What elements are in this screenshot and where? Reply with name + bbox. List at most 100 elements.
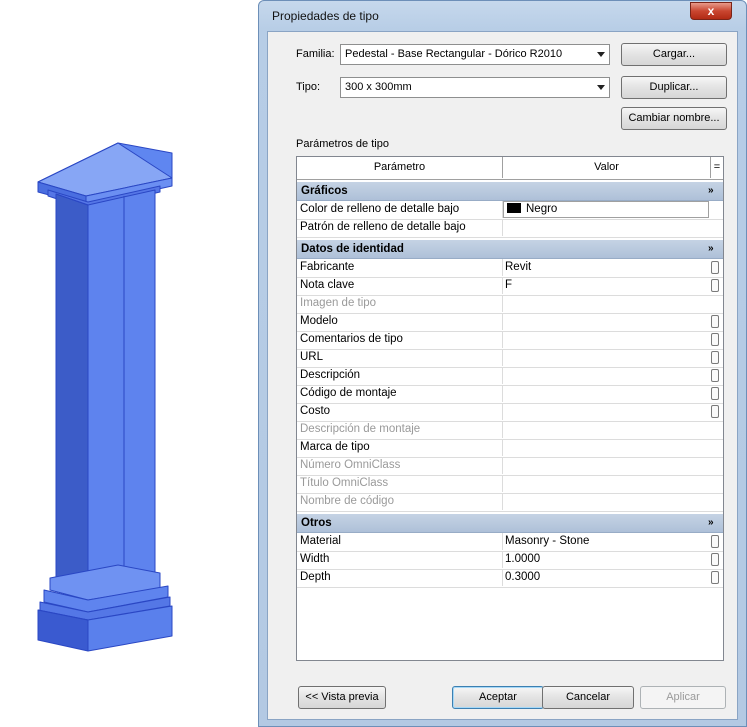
- preview-button[interactable]: << Vista previa: [298, 686, 386, 709]
- edit-button-icon[interactable]: [711, 571, 719, 584]
- column-header-value[interactable]: Valor: [503, 157, 711, 178]
- table-row[interactable]: Marca de tipo: [297, 439, 723, 458]
- param-name: Código de montaje: [297, 385, 503, 402]
- parameters-grid[interactable]: Parámetro Valor = Gráficos » Color de re…: [296, 156, 724, 661]
- family-combo[interactable]: Pedestal - Base Rectangular - Dórico R20…: [340, 44, 610, 65]
- edit-button-icon[interactable]: [711, 405, 719, 418]
- param-value[interactable]: Revit: [503, 259, 710, 276]
- param-value[interactable]: [503, 439, 710, 456]
- dialog-title: Propiedades de tipo: [272, 9, 379, 23]
- param-value: [503, 475, 710, 492]
- family-combo-value: Pedestal - Base Rectangular - Dórico R20…: [345, 48, 563, 60]
- param-value: [503, 457, 710, 474]
- param-value[interactable]: F: [503, 277, 710, 294]
- rename-button[interactable]: Cambiar nombre...: [621, 107, 727, 130]
- edit-button-icon[interactable]: [711, 333, 719, 346]
- column-header-parameter[interactable]: Parámetro: [297, 157, 503, 178]
- pedestal-drawing: [37, 142, 173, 652]
- ok-button[interactable]: Aceptar: [452, 686, 544, 709]
- param-value: [503, 421, 710, 438]
- load-button[interactable]: Cargar...: [621, 43, 727, 66]
- param-name: Comentarios de tipo: [297, 331, 503, 348]
- table-row: Descripción de montaje: [297, 421, 723, 440]
- column-sort-icon[interactable]: =: [711, 157, 723, 178]
- param-name: Número OmniClass: [297, 457, 503, 474]
- title-bar[interactable]: Propiedades de tipo x: [259, 1, 746, 31]
- group-title: Otros: [301, 517, 332, 529]
- type-properties-dialog: Propiedades de tipo x Familia: Pedestal …: [258, 0, 747, 727]
- table-row[interactable]: Nota clave F: [297, 277, 723, 296]
- param-name: Nota clave: [297, 277, 503, 294]
- type-parameters-label: Parámetros de tipo: [296, 138, 389, 150]
- param-name: Depth: [297, 569, 503, 586]
- param-value[interactable]: Masonry - Stone: [503, 533, 710, 550]
- edit-button-icon[interactable]: [711, 279, 719, 292]
- param-value[interactable]: 0.3000: [503, 569, 710, 586]
- type-combo-value: 300 x 300mm: [345, 81, 412, 93]
- table-row[interactable]: Código de montaje: [297, 385, 723, 404]
- table-row: Número OmniClass: [297, 457, 723, 476]
- param-name: Título OmniClass: [297, 475, 503, 492]
- close-button[interactable]: x: [690, 2, 732, 20]
- param-value[interactable]: 1.0000: [503, 551, 710, 568]
- param-value[interactable]: [503, 349, 710, 366]
- param-value: [503, 493, 710, 510]
- param-value[interactable]: [503, 403, 710, 420]
- edit-button-icon[interactable]: [711, 261, 719, 274]
- edit-button-icon[interactable]: [711, 369, 719, 382]
- collapse-icon[interactable]: »: [708, 514, 714, 532]
- table-row[interactable]: Patrón de relleno de detalle bajo: [297, 219, 723, 238]
- table-row[interactable]: Comentarios de tipo: [297, 331, 723, 350]
- param-value: [503, 295, 710, 312]
- param-name: Width: [297, 551, 503, 568]
- table-row[interactable]: Width 1.0000: [297, 551, 723, 570]
- group-header-graficos[interactable]: Gráficos »: [297, 182, 723, 201]
- table-row: Imagen de tipo: [297, 295, 723, 314]
- duplicate-button[interactable]: Duplicar...: [621, 76, 727, 99]
- cancel-button[interactable]: Cancelar: [542, 686, 634, 709]
- group-title: Gráficos: [301, 185, 348, 197]
- group-title: Datos de identidad: [301, 243, 404, 255]
- param-name: Descripción de montaje: [297, 421, 503, 438]
- family-label: Familia:: [296, 48, 335, 60]
- type-label: Tipo:: [296, 81, 321, 93]
- table-row[interactable]: Material Masonry - Stone: [297, 533, 723, 552]
- chevron-down-icon: [597, 52, 605, 57]
- table-row[interactable]: Modelo: [297, 313, 723, 332]
- grid-header: Parámetro Valor =: [297, 157, 723, 180]
- param-name: Costo: [297, 403, 503, 420]
- param-value-selected[interactable]: Negro: [503, 201, 709, 218]
- param-name: Marca de tipo: [297, 439, 503, 456]
- edit-button-icon[interactable]: [711, 553, 719, 566]
- table-row[interactable]: Costo: [297, 403, 723, 422]
- table-row[interactable]: Depth 0.3000: [297, 569, 723, 588]
- group-header-otros[interactable]: Otros »: [297, 514, 723, 533]
- edit-button-icon[interactable]: [711, 315, 719, 328]
- dialog-client: Familia: Pedestal - Base Rectangular - D…: [267, 31, 738, 720]
- collapse-icon[interactable]: »: [708, 240, 714, 258]
- table-row[interactable]: Fabricante Revit: [297, 259, 723, 278]
- table-row: Nombre de código: [297, 493, 723, 512]
- param-name: Descripción: [297, 367, 503, 384]
- param-name: Material: [297, 533, 503, 550]
- param-value[interactable]: [503, 313, 710, 330]
- edit-button-icon[interactable]: [711, 387, 719, 400]
- type-combo[interactable]: 300 x 300mm: [340, 77, 610, 98]
- group-header-datos-de-identidad[interactable]: Datos de identidad »: [297, 240, 723, 259]
- pedestal-preview: [0, 0, 258, 727]
- table-row[interactable]: Color de relleno de detalle bajo Negro: [297, 201, 723, 220]
- edit-button-icon[interactable]: [711, 351, 719, 364]
- edit-button-icon[interactable]: [711, 535, 719, 548]
- param-name: Patrón de relleno de detalle bajo: [297, 219, 503, 236]
- param-value[interactable]: [503, 331, 710, 348]
- param-value[interactable]: [503, 219, 710, 236]
- table-row[interactable]: URL: [297, 349, 723, 368]
- param-name: Modelo: [297, 313, 503, 330]
- apply-button[interactable]: Aplicar: [640, 686, 726, 709]
- collapse-icon[interactable]: »: [708, 182, 714, 200]
- param-value[interactable]: [503, 385, 710, 402]
- table-row[interactable]: Descripción: [297, 367, 723, 386]
- param-value[interactable]: [503, 367, 710, 384]
- param-name: Fabricante: [297, 259, 503, 276]
- table-row: Título OmniClass: [297, 475, 723, 494]
